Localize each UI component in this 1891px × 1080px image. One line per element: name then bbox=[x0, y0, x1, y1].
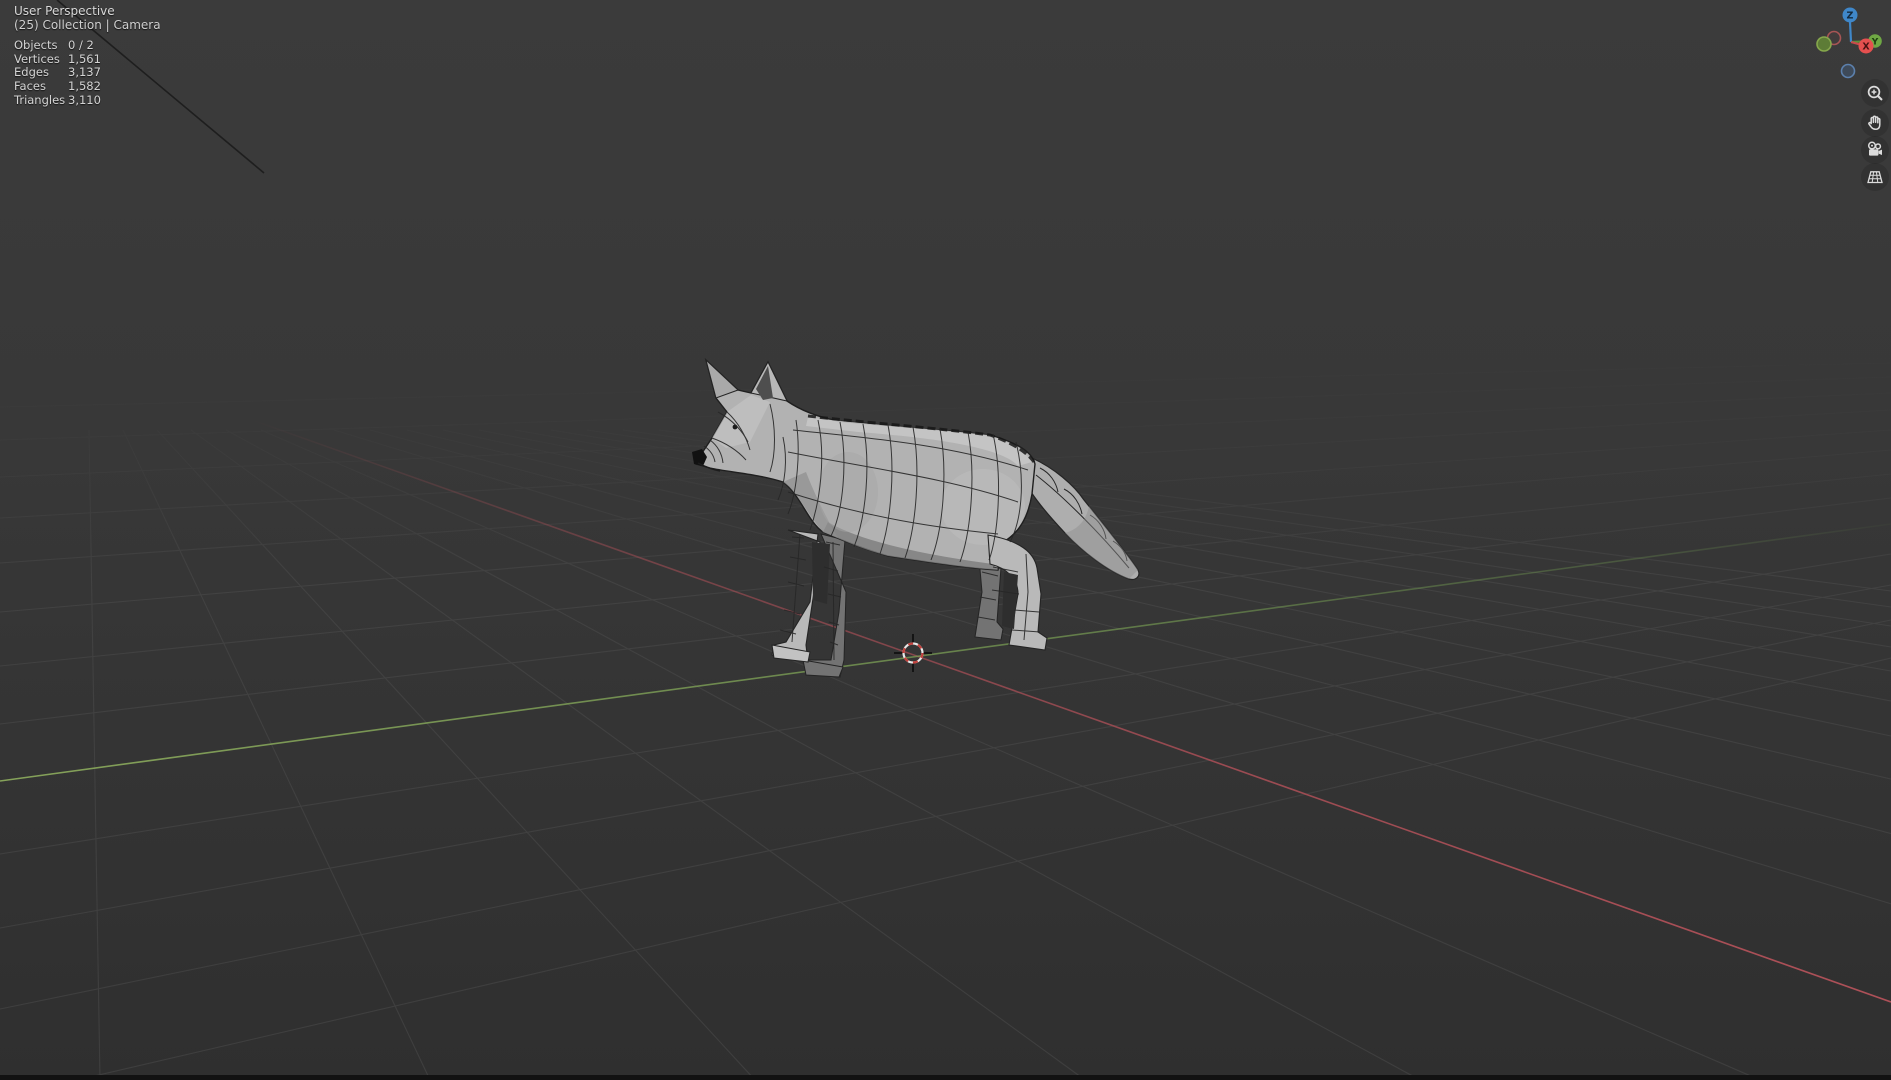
viewport-canvas[interactable] bbox=[0, 0, 1891, 1080]
pan-hand-icon bbox=[1868, 115, 1881, 131]
stat-row-faces: Faces 1,582 bbox=[14, 79, 101, 94]
gizmo-z-label: Z bbox=[1847, 11, 1854, 22]
zoom-icon bbox=[1867, 85, 1883, 101]
blender-3d-viewport[interactable]: User Perspective (25) Collection | Camer… bbox=[0, 0, 1891, 1080]
gizmo-x-label: X bbox=[1862, 42, 1870, 53]
viewport-header: User Perspective (25) Collection | Camer… bbox=[14, 4, 161, 32]
camera-view-button[interactable] bbox=[1861, 136, 1889, 164]
toggle-perspective-button[interactable] bbox=[1861, 163, 1889, 191]
fox-thigh-highlight bbox=[941, 469, 1025, 545]
statistics-overlay: Objects 0 / 2 Vertices 1,561 Edges 3,137… bbox=[14, 38, 101, 107]
fox-leg-gap-shadow bbox=[812, 542, 830, 604]
gizmo-axis-neg-y-ball[interactable] bbox=[1816, 36, 1832, 52]
stat-row-triangles: Triangles 3,110 bbox=[14, 92, 101, 107]
fox-shoulder-shade bbox=[818, 452, 878, 532]
window-edge bbox=[0, 1075, 1891, 1080]
camera-view-icon bbox=[1867, 141, 1882, 156]
fox-mesh-object[interactable] bbox=[692, 357, 1140, 678]
3d-cursor bbox=[894, 634, 932, 672]
stat-row-objects: Objects 0 / 2 bbox=[14, 38, 94, 52]
gizmo-axis-neg-z-ball[interactable] bbox=[1840, 63, 1856, 79]
orientation-gizmo[interactable]: Y Z X bbox=[1801, 0, 1891, 90]
stat-row-edges: Edges 3,137 bbox=[14, 65, 101, 80]
pan-button[interactable] bbox=[1861, 109, 1889, 137]
zoom-button[interactable] bbox=[1861, 79, 1889, 107]
view-mode-label: User Perspective bbox=[14, 4, 115, 18]
stat-row-vertices: Vertices 1,561 bbox=[14, 51, 101, 66]
breadcrumb: (25) Collection | Camera bbox=[14, 18, 161, 32]
perspective-grid-icon bbox=[1867, 171, 1883, 184]
